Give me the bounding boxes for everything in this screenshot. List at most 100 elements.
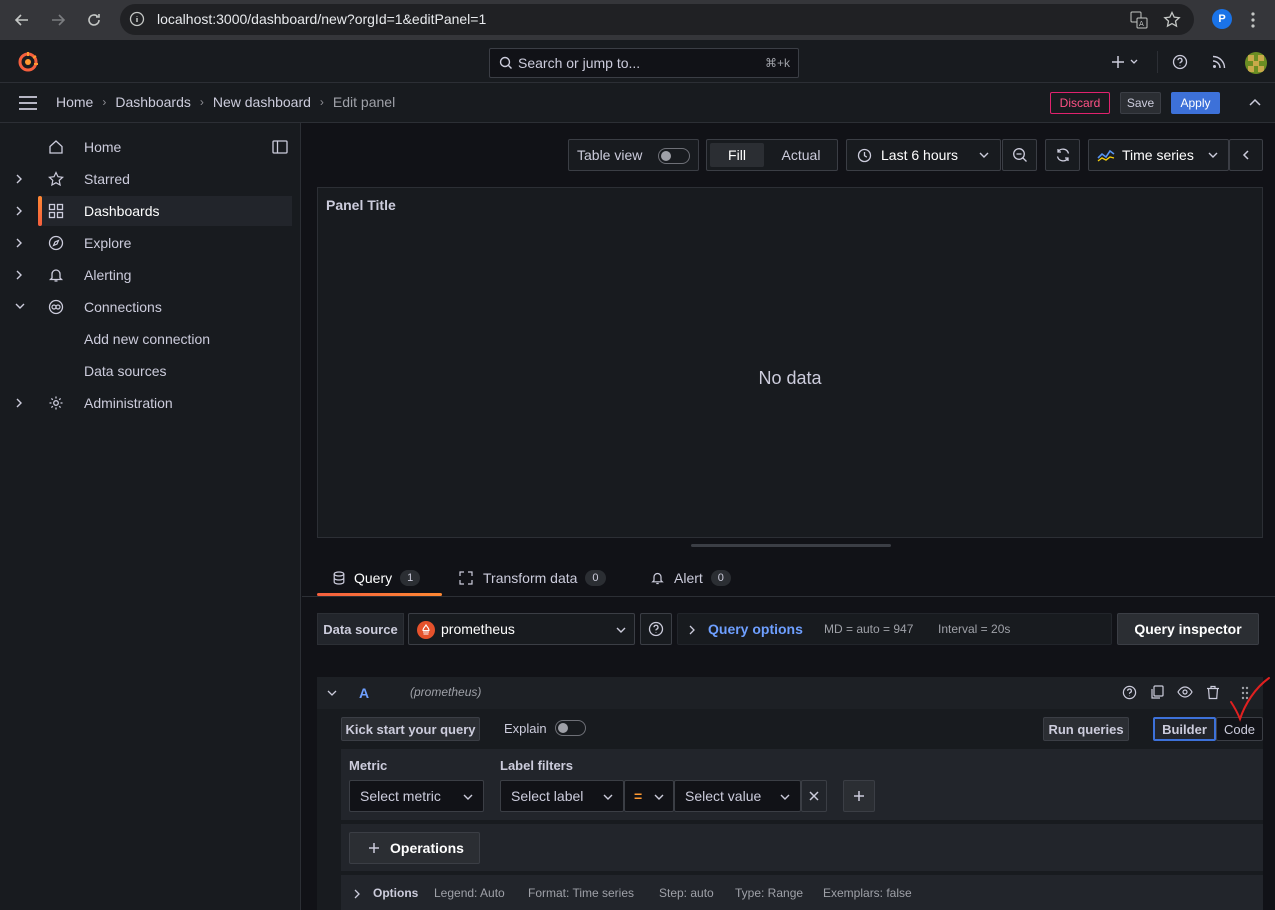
back-icon[interactable] [10,8,34,32]
options-label[interactable]: Options [373,886,418,900]
chevron-right-icon[interactable] [14,205,24,217]
add-new-button[interactable] [1110,53,1142,71]
trash-icon[interactable] [1206,685,1220,700]
panel-title[interactable]: Panel Title [326,197,396,213]
sidebar-item-alerting[interactable]: Alerting [0,260,300,290]
zoom-out-button[interactable] [1002,139,1037,171]
duplicate-query-icon[interactable] [1150,685,1164,700]
add-operation-button[interactable]: Operations [349,832,480,864]
grafana-logo-icon[interactable] [17,51,39,73]
fill-option[interactable]: Fill [710,143,764,167]
run-queries-button[interactable]: Run queries [1043,717,1129,741]
time-range-label: Last 6 hours [881,147,959,163]
table-view-switch[interactable] [658,148,690,164]
operator-select[interactable]: = [624,780,674,812]
tab-alert[interactable]: Alert 0 [651,563,731,593]
bell-icon [651,571,664,585]
actual-option[interactable]: Actual [767,143,835,167]
discard-button[interactable]: Discard [1050,92,1110,114]
save-button[interactable]: Save [1120,92,1161,114]
table-view-toggle[interactable]: Table view [568,139,699,171]
profile-avatar[interactable]: P [1212,9,1232,29]
apply-button[interactable]: Apply [1171,92,1220,114]
eye-icon[interactable] [1177,686,1193,698]
data-source-label: Data source [317,613,404,645]
interval-info: Interval = 20s [938,622,1011,636]
chevron-left-icon [1242,149,1250,161]
svg-text:A: A [1139,20,1144,28]
add-filter-button[interactable] [843,780,875,812]
refresh-button[interactable] [1045,139,1080,171]
sidebar-item-label: Starred [84,171,130,187]
chevron-right-icon[interactable] [353,889,361,899]
time-series-icon [1097,148,1115,162]
query-ref-id[interactable]: A [359,685,369,701]
forward-icon[interactable] [46,8,70,32]
transform-icon [459,571,473,585]
tab-transform-data[interactable]: Transform data 0 [459,563,606,593]
time-range-picker[interactable]: Last 6 hours [846,139,1001,171]
breadcrumb-dashboards[interactable]: Dashboards [115,94,191,110]
query-inspector-button[interactable]: Query inspector [1117,613,1259,645]
query-options-bar[interactable]: Query options MD = auto = 947 Interval =… [677,613,1112,645]
sidebar: Home Starred Dashboards Explore Alerting… [0,123,301,910]
search-placeholder: Search or jump to... [518,55,641,71]
close-icon [809,791,819,801]
value-select[interactable]: Select value [674,780,801,812]
tab-label: Query [354,570,393,586]
switch-knob [661,151,671,161]
sidebar-item-explore[interactable]: Explore [0,228,300,258]
sidebar-item-dashboards[interactable]: Dashboards [0,196,300,226]
remove-filter-button[interactable] [801,780,827,812]
chevron-right-icon[interactable] [14,269,24,281]
help-icon[interactable] [1122,685,1137,700]
site-info-icon[interactable] [129,11,145,27]
visualization-picker[interactable]: Time series [1088,139,1229,171]
help-icon[interactable] [1171,53,1189,71]
search-icon [499,56,513,70]
sidebar-item-data-sources[interactable]: Data sources [0,356,300,386]
address-bar[interactable]: localhost:3000/dashboard/new?orgId=1&edi… [120,4,1194,35]
breadcrumb-home[interactable]: Home [56,94,93,110]
user-avatar[interactable] [1245,52,1267,74]
search-shortcut: ⌘+k [764,56,790,70]
visualization-label: Time series [1122,147,1194,163]
sidebar-item-add-new-connection[interactable]: Add new connection [0,324,300,354]
sidebar-item-starred[interactable]: Starred [0,164,300,194]
help-icon [648,621,664,637]
tab-query[interactable]: Query 1 [333,563,421,593]
browser-menu-icon[interactable] [1250,11,1256,29]
label-placeholder: Select label [511,788,584,804]
query-options-label[interactable]: Query options [708,621,803,637]
kick-start-query-button[interactable]: Kick start your query [341,717,480,741]
url-text: localhost:3000/dashboard/new?orgId=1&edi… [157,11,487,27]
menu-toggle-icon[interactable] [18,96,38,110]
chevron-right-icon[interactable] [14,237,24,249]
bookmark-star-icon[interactable] [1163,11,1181,29]
explain-switch[interactable] [555,720,586,736]
sidebar-item-label: Home [84,139,122,155]
metric-select[interactable]: Select metric [349,780,484,812]
translate-icon[interactable]: A [1130,11,1148,29]
prometheus-icon [417,621,435,639]
reload-icon[interactable] [82,8,106,32]
chevron-down-icon [463,793,473,801]
search-input[interactable]: Search or jump to... ⌘+k [489,48,799,78]
data-source-help-button[interactable] [640,613,672,645]
builder-mode-button[interactable]: Builder [1153,717,1216,741]
toggle-options-pane-button[interactable] [1229,139,1263,171]
chevron-right-icon[interactable] [14,397,24,409]
sidebar-item-administration[interactable]: Administration [0,388,300,418]
refresh-icon [1055,147,1071,163]
label-select[interactable]: Select label [500,780,624,812]
chevron-right-icon[interactable] [14,173,24,185]
pane-splitter[interactable] [691,544,891,547]
news-rss-icon[interactable] [1210,53,1228,71]
sidebar-item-home[interactable]: Home [0,132,300,162]
chevron-down-icon[interactable] [14,301,26,311]
data-source-picker[interactable]: prometheus [408,613,635,645]
breadcrumb-new-dashboard[interactable]: New dashboard [213,94,311,110]
collapse-up-icon[interactable] [1248,97,1262,107]
sidebar-item-connections[interactable]: Connections [0,292,300,322]
chevron-down-icon[interactable] [327,689,337,697]
